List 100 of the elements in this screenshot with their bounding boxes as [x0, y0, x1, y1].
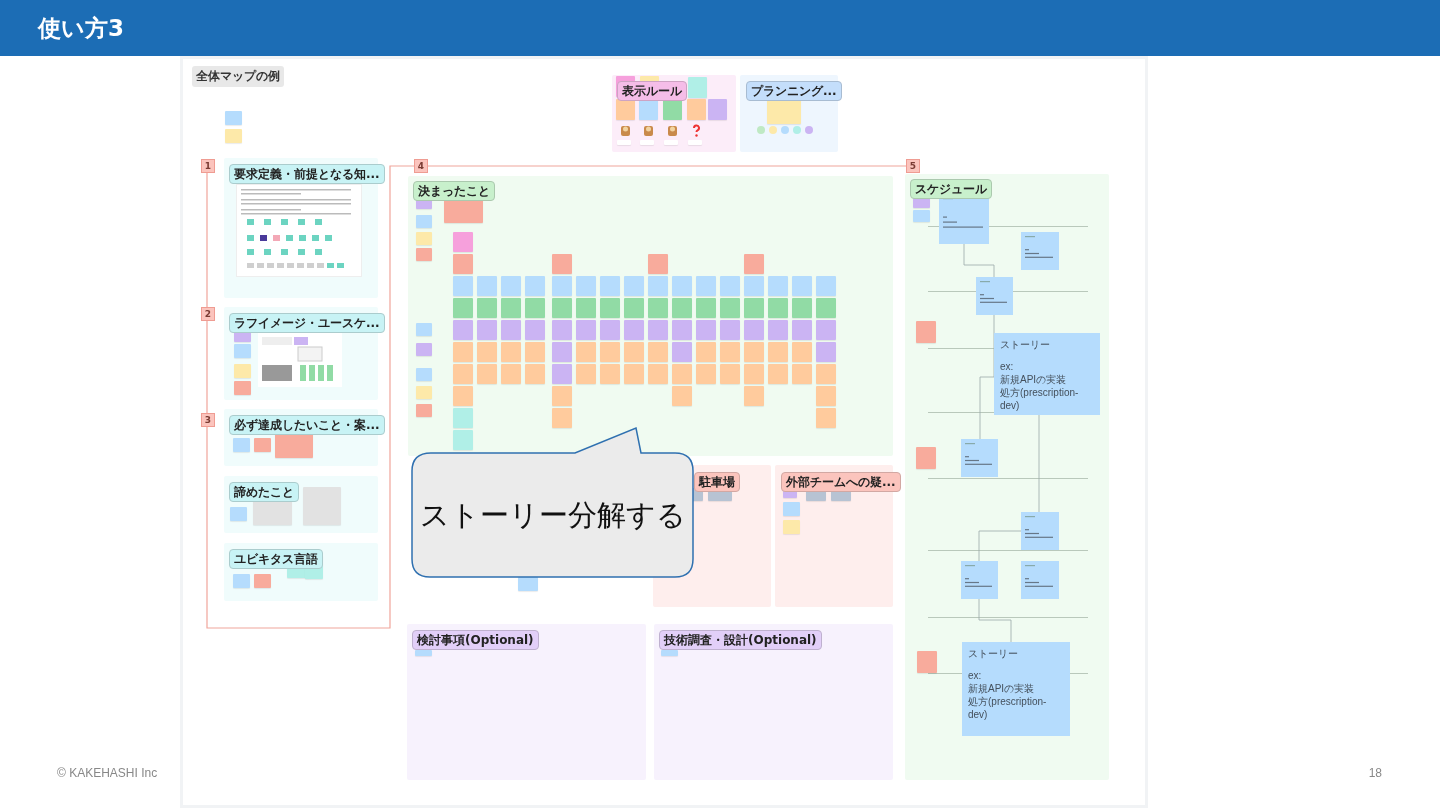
sticky-note — [768, 342, 788, 362]
sticky-note — [648, 342, 668, 362]
story-card — [961, 561, 998, 599]
sticky-note — [233, 438, 250, 452]
sticky-note — [687, 99, 706, 120]
sticky-note — [525, 364, 545, 384]
frame-title: ユビキタス言語 — [229, 549, 323, 569]
board-label: 全体マップの例 — [192, 66, 284, 87]
sticky-note — [600, 320, 620, 340]
sticky-note — [416, 386, 432, 399]
sticky-note — [230, 507, 247, 521]
sticky-note — [501, 276, 521, 296]
sticky-note — [744, 364, 764, 384]
sticky-note — [744, 320, 764, 340]
sticky-note — [672, 298, 692, 318]
sticky-note — [792, 364, 812, 384]
copyright-text: © KAKEHASHI Inc — [57, 766, 158, 780]
story-card — [1021, 512, 1059, 550]
character-icon — [666, 124, 679, 137]
sticky-note — [225, 111, 242, 125]
sticky-note — [672, 342, 692, 362]
sticky-note — [708, 99, 727, 120]
sticky-note — [768, 276, 788, 296]
sticky-note — [696, 342, 716, 362]
color-dot — [793, 126, 801, 134]
sticky-note — [416, 215, 432, 228]
sticky-note — [792, 342, 812, 362]
sticky-note — [767, 99, 801, 124]
sticky-note — [916, 447, 936, 469]
sticky-note — [913, 210, 930, 222]
story-card — [1021, 561, 1059, 599]
sticky-note — [501, 298, 521, 318]
sticky-note — [816, 386, 836, 406]
sticky-note — [552, 408, 572, 428]
sticky-note — [720, 276, 740, 296]
sticky-note — [744, 386, 764, 406]
story-card — [961, 439, 998, 477]
color-dot — [805, 126, 813, 134]
sticky-note — [648, 254, 668, 274]
sticky-note — [576, 364, 596, 384]
sticky-note — [696, 276, 716, 296]
sticky-note — [696, 298, 716, 318]
sticky-note — [234, 344, 251, 358]
sticky-note — [600, 298, 620, 318]
sticky-note — [917, 651, 937, 673]
sticky-note — [696, 364, 716, 384]
sticky-note — [453, 254, 473, 274]
sticky-note — [225, 129, 242, 143]
sticky-note — [624, 364, 644, 384]
sticky-note — [444, 199, 483, 223]
sticky-note — [768, 298, 788, 318]
sticky-note — [624, 298, 644, 318]
sticky-note — [525, 320, 545, 340]
sticky-note — [792, 298, 812, 318]
sticky-note — [816, 408, 836, 428]
slide-title: 使い方3 — [38, 13, 124, 43]
story-card — [976, 277, 1013, 315]
sticky-note — [720, 342, 740, 362]
sticky-note — [576, 298, 596, 318]
sticky-note — [744, 298, 764, 318]
sticky-note — [477, 342, 497, 362]
sticky-note — [672, 386, 692, 406]
sticky-note — [624, 276, 644, 296]
sticky-note — [501, 364, 521, 384]
sticky-note — [639, 99, 658, 120]
sticky-note — [453, 430, 473, 450]
sticky-note — [477, 276, 497, 296]
frame-title: 外部チームへの疑... — [781, 472, 901, 492]
step-number: 1 — [201, 159, 215, 173]
sticky-note — [576, 276, 596, 296]
sticky-note — [720, 364, 740, 384]
sticky-note — [477, 364, 497, 384]
frame-title: ラフイメージ・ユースケ... — [229, 313, 385, 333]
sticky-note — [816, 276, 836, 296]
sticky-note — [696, 320, 716, 340]
sticky-note — [416, 404, 432, 417]
sticky-note — [744, 276, 764, 296]
sticky-note — [552, 276, 572, 296]
sticky-note — [624, 342, 644, 362]
frame-title: プランニング... — [746, 81, 842, 101]
sticky-note — [672, 364, 692, 384]
sticky-note — [453, 364, 473, 384]
sticky-note — [552, 320, 572, 340]
color-dot — [757, 126, 765, 134]
sticky-note — [792, 276, 812, 296]
frame-title: 決まったこと — [413, 181, 495, 201]
sticky-note — [768, 364, 788, 384]
sticky-note — [916, 321, 936, 343]
sticky-note — [525, 342, 545, 362]
sticky-note — [648, 364, 668, 384]
sticky-note — [783, 520, 800, 534]
sticky-note — [576, 320, 596, 340]
sticky-note — [416, 343, 432, 356]
step-number: 4 — [414, 159, 428, 173]
callout-text: ストーリー分解する — [419, 498, 686, 532]
frame-title: 必ず達成したいこと・案... — [229, 415, 385, 435]
sticky-note — [453, 298, 473, 318]
sticky-note — [453, 408, 473, 428]
sticky-note — [501, 342, 521, 362]
page-number: 18 — [1368, 766, 1382, 780]
